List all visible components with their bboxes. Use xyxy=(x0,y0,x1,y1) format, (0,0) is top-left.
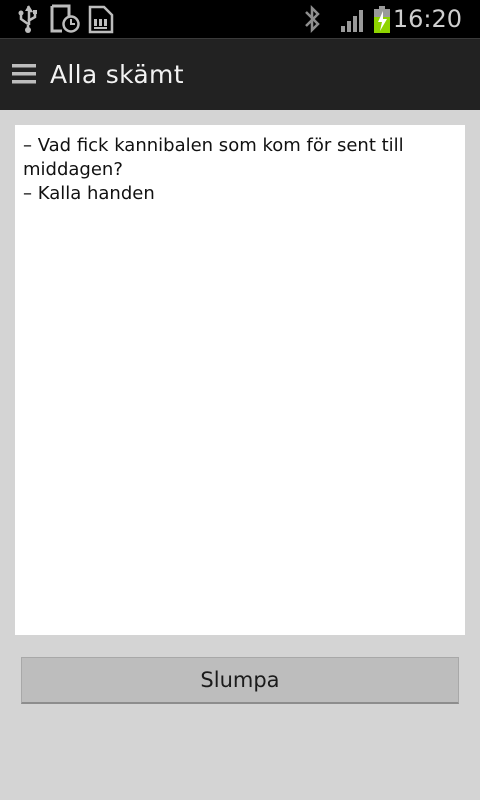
joke-answer: – Kalla handen xyxy=(23,183,155,204)
sd-card-icon xyxy=(86,0,116,38)
battery-charging-icon xyxy=(370,0,394,38)
signal-icon xyxy=(336,0,370,38)
hamburger-menu-icon[interactable] xyxy=(8,51,40,97)
joke-card: – Vad fick kannibalen som kom för sent t… xyxy=(15,125,465,635)
status-bar: 16:20 xyxy=(0,0,480,38)
joke-question: – Vad fick kannibalen som kom för sent t… xyxy=(23,135,404,180)
action-bar: Alla skämt xyxy=(0,38,480,110)
usb-icon xyxy=(14,0,42,38)
bluetooth-icon xyxy=(300,0,324,38)
status-clock: 16:20 xyxy=(392,5,462,33)
page-title: Alla skämt xyxy=(50,60,184,89)
alarm-icon xyxy=(48,0,82,38)
random-joke-button[interactable]: Slumpa xyxy=(21,657,459,704)
